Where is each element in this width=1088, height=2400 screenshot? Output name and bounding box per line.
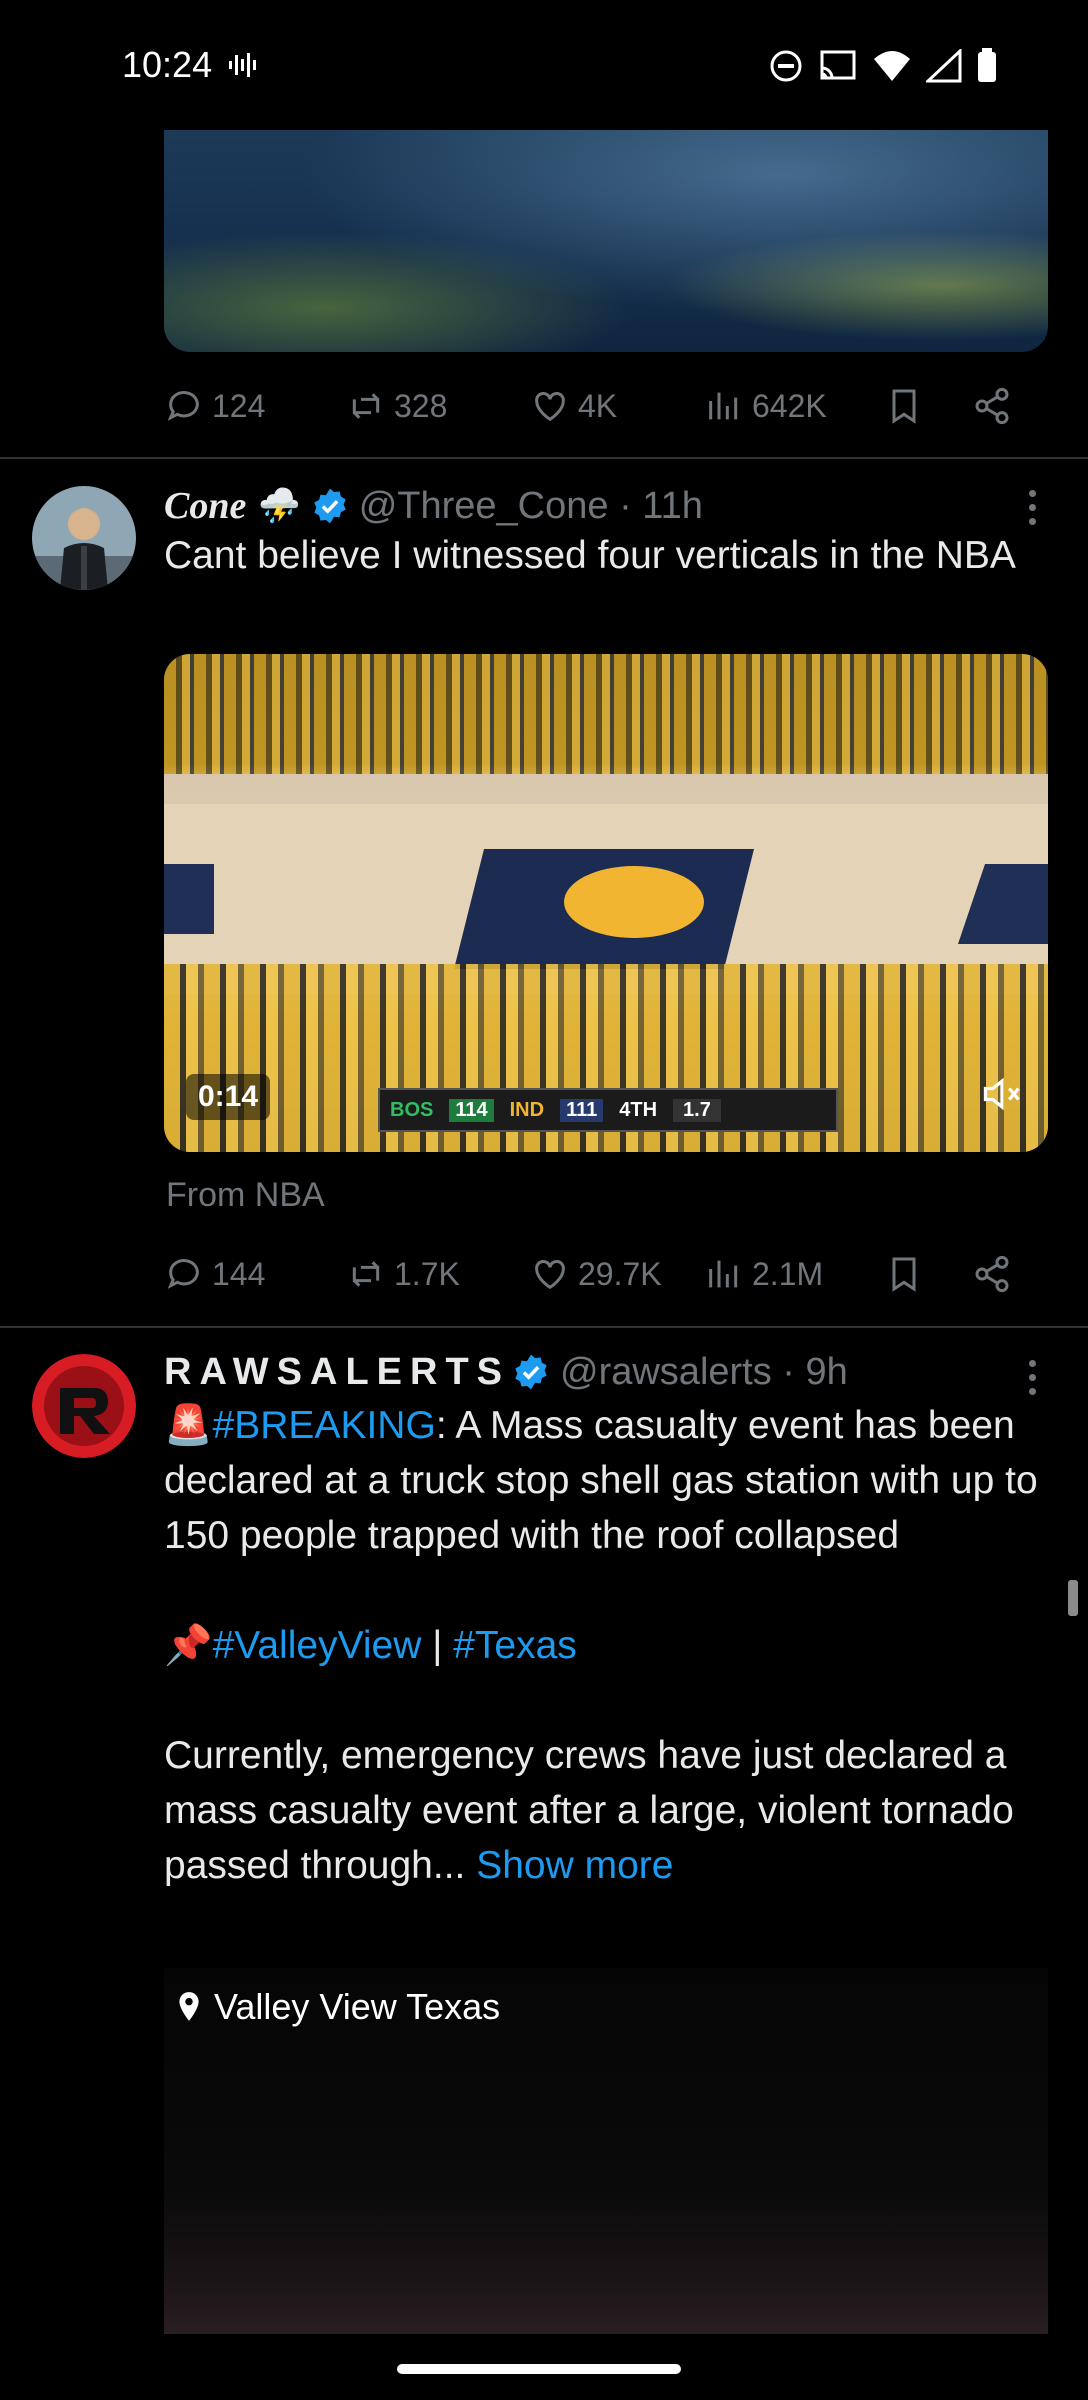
status-icons — [768, 48, 998, 84]
voice-wave-icon — [229, 53, 256, 77]
views-chart-icon — [709, 1260, 738, 1288]
verified-badge-icon — [515, 1354, 547, 1390]
cast-icon — [820, 50, 856, 80]
like-count: 29.7K — [578, 1255, 662, 1292]
tweet1-actions: 144 1.7K 29.7K 2.1M — [164, 1244, 1048, 1304]
retweet-count: 1.7K — [394, 1255, 460, 1292]
tweet-divider — [0, 1326, 1088, 1328]
tweet1-header: Cone ⛈️ @Three_Cone · 11h — [164, 478, 703, 534]
retweet-icon — [352, 1261, 380, 1287]
reply-count: 124 — [212, 387, 266, 424]
storm-emoji: ⛈️ — [258, 487, 301, 525]
share-button[interactable] — [972, 386, 1012, 426]
dnd-icon — [770, 50, 802, 82]
view-count: 2.1M — [752, 1255, 824, 1292]
more-options-button[interactable] — [1026, 490, 1038, 525]
more-options-button[interactable] — [1026, 1360, 1038, 1395]
share-icon — [975, 387, 1009, 425]
retweet-button[interactable]: 328 — [346, 386, 530, 426]
tweet-divider — [0, 457, 1088, 459]
video-duration: 0:14 — [186, 1074, 271, 1120]
hashtag-valleyview[interactable]: #ValleyView — [213, 1624, 422, 1667]
share-button[interactable] — [972, 1254, 1012, 1294]
location-tag: Valley View Texas — [176, 1986, 500, 2028]
author-name[interactable]: RAWSALERTS — [164, 1351, 510, 1394]
previous-tweet-actions: 124 328 4K 642K — [164, 376, 1048, 436]
retweet-icon — [352, 393, 380, 419]
court-ball-logo — [564, 866, 704, 938]
author-handle-time[interactable]: @Three_Cone · 11h — [359, 485, 703, 528]
author-name[interactable]: Cone — [164, 484, 246, 528]
scoreboard: BOS 114 IND 111 4TH 1.7 — [378, 1088, 838, 1132]
like-count: 4K — [578, 387, 618, 424]
tweet2-paragraph1: 🚨#BREAKING: A Mass casualty event has be… — [164, 1398, 1054, 1563]
status-bar: 10:24 — [0, 0, 1088, 130]
score2: 111 — [560, 1098, 604, 1122]
court-paint-left — [164, 864, 214, 934]
status-time: 10:24 — [122, 44, 213, 85]
tweet2-paragraph2: 📌#ValleyView | #Texas — [164, 1618, 1054, 1673]
battery-icon — [978, 48, 996, 82]
wifi-icon — [874, 51, 910, 81]
bookmark-icon — [892, 389, 916, 424]
bookmark-icon — [892, 1257, 916, 1292]
hashtag-separator: | — [421, 1624, 454, 1667]
views-chart-icon — [709, 392, 738, 420]
location-text: Valley View Texas — [214, 1986, 501, 2027]
reply-icon — [167, 391, 199, 421]
game-clock: 1.7 — [673, 1098, 721, 1122]
reply-count: 144 — [212, 1255, 266, 1292]
like-button[interactable]: 4K — [530, 386, 704, 426]
hashtag-texas[interactable]: #Texas — [453, 1624, 577, 1667]
avatar-three-cone[interactable] — [32, 486, 136, 590]
heart-icon — [535, 1260, 565, 1290]
score-team1: BOS — [390, 1098, 434, 1121]
pin-emoji: 📌 — [164, 1624, 213, 1667]
retweet-button[interactable]: 1.7K — [346, 1254, 530, 1294]
reply-icon — [167, 1259, 199, 1289]
retweet-count: 328 — [394, 387, 448, 424]
hashtag-breaking[interactable]: #BREAKING — [213, 1404, 436, 1447]
bookmark-button[interactable] — [884, 386, 972, 426]
tweet1-video[interactable]: BOS 114 IND 111 4TH 1.7 0:14 — [164, 654, 1048, 1152]
view-count: 642K — [752, 387, 827, 424]
home-indicator[interactable] — [397, 2364, 681, 2374]
tweet2-header: RAWSALERTS @rawsalerts · 9h — [164, 1344, 848, 1400]
tweet2-paragraph3: Currently, emergency crews have just dec… — [164, 1728, 1054, 1893]
avatar-rawsalerts[interactable] — [32, 1354, 136, 1458]
bookmark-button[interactable] — [884, 1254, 972, 1294]
reply-button[interactable]: 144 — [164, 1254, 346, 1294]
video-crowd-top — [164, 654, 1048, 774]
scrollbar-thumb[interactable] — [1068, 1580, 1078, 1616]
alert-emoji: 🚨 — [164, 1404, 213, 1447]
author-handle-time[interactable]: @rawsalerts · 9h — [560, 1351, 848, 1394]
mute-icon[interactable] — [980, 1072, 1024, 1116]
show-more-link[interactable]: Show more — [476, 1844, 673, 1887]
tweet2-text: 🚨#BREAKING: A Mass casualty event has be… — [164, 1398, 1054, 1893]
quarter: 4TH — [619, 1098, 658, 1121]
video-source[interactable]: From NBA — [166, 1176, 325, 1215]
tweet1-text: Cant believe I witnessed four verticals … — [164, 534, 1016, 577]
signal-icon — [926, 49, 962, 83]
score-team2: IND — [509, 1098, 545, 1121]
previous-tweet-media[interactable] — [164, 130, 1048, 352]
views-button[interactable]: 2.1M — [704, 1254, 884, 1294]
location-pin-icon — [179, 1992, 199, 2021]
reply-button[interactable]: 124 — [164, 386, 346, 426]
share-icon — [975, 1255, 1009, 1293]
views-button[interactable]: 642K — [704, 386, 884, 426]
score1: 114 — [449, 1098, 494, 1122]
heart-icon — [535, 392, 565, 422]
verified-badge-icon — [314, 488, 346, 524]
like-button[interactable]: 29.7K — [530, 1254, 704, 1294]
